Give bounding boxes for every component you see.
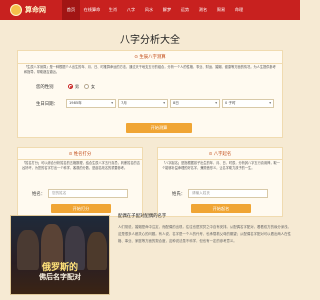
divider bbox=[158, 159, 282, 160]
hour-value: 0 子时 bbox=[225, 101, 236, 105]
month-value: 7月 bbox=[121, 101, 127, 105]
article-thumbnail[interactable]: 俄罗斯的 佛后名字配对 bbox=[10, 215, 110, 295]
gender-female-radio[interactable] bbox=[84, 84, 89, 89]
surname-input[interactable]: 请输入姓氏 bbox=[188, 189, 268, 198]
page-title: 八字分析大全 bbox=[120, 35, 180, 46]
chevron-down-icon: ▾ bbox=[163, 101, 165, 105]
chevron-down-icon: ▾ bbox=[269, 101, 271, 105]
nav-item-8[interactable]: 周易 bbox=[212, 0, 230, 20]
surname-label: 姓氏： bbox=[172, 192, 186, 197]
start-score-button[interactable]: 开始打分 bbox=[51, 204, 111, 213]
day-select[interactable]: 8日 ▾ bbox=[170, 99, 220, 108]
chevron-down-icon: ▾ bbox=[111, 101, 113, 105]
top-nav: 算命网 首页 在线算命 生肖 八字 风水 解梦 运势 测名 周易 命理 bbox=[0, 0, 300, 20]
bazi-naming-panel: ⊙ 八字起名 「八字起名」是指根据孩子出生的年、月、日、时辰，分析其八字五行喜用… bbox=[157, 147, 283, 217]
gender-female-label: 女 bbox=[91, 84, 95, 89]
day-value: 8日 bbox=[173, 101, 179, 105]
month-select[interactable]: 7月 ▾ bbox=[118, 99, 168, 108]
nav-item-3[interactable]: 八字 bbox=[122, 0, 140, 20]
nav-item-9[interactable]: 命理 bbox=[230, 0, 248, 20]
birth-label: 生日日期： bbox=[36, 102, 58, 107]
nav-item-5[interactable]: 解梦 bbox=[158, 0, 176, 20]
name-score-title: ⊙ 姓名打分 bbox=[68, 152, 92, 157]
surname-input-placeholder: 请输入姓氏 bbox=[192, 191, 210, 195]
gender-male-label: 男 bbox=[75, 84, 79, 89]
gender-male-radio[interactable] bbox=[68, 84, 73, 89]
name-input[interactable]: 您的姓名 bbox=[48, 189, 128, 198]
site-logo[interactable]: 算命网 bbox=[10, 3, 56, 17]
nav-item-4[interactable]: 风水 bbox=[140, 0, 158, 20]
hour-select[interactable]: 0 子时 ▾ bbox=[222, 99, 274, 108]
name-score-description: 「姓名打分」可以综合分析姓名的五格数理，结合生辰八字五行喜忌，判断姓名的吉凶好坏… bbox=[22, 161, 140, 170]
name-input-placeholder: 您的姓名 bbox=[52, 191, 67, 195]
year-select[interactable]: 1985年 ▾ bbox=[66, 99, 116, 108]
logo-icon bbox=[10, 4, 22, 16]
divider bbox=[18, 63, 282, 64]
bazi-panel-title: ⊙ 生辰八字测算 bbox=[134, 55, 166, 60]
year-value: 1985年 bbox=[69, 101, 82, 105]
nav-item-2[interactable]: 生肖 bbox=[104, 0, 122, 20]
chevron-down-icon: ▾ bbox=[215, 101, 217, 105]
logo-text: 算命网 bbox=[25, 6, 46, 14]
image-caption-line-2: 佛后名字配对 bbox=[39, 273, 81, 281]
bazi-description: 「生辰八字测算」是一种根据个人出生的年、月、日、时推算命运的方法，通过天干地支五… bbox=[24, 65, 276, 74]
bazi-panel: ⊙ 生辰八字测算 「生辰八字测算」是一种根据个人出生的年、月、日、时推算命运的方… bbox=[17, 50, 283, 138]
name-label: 姓名： bbox=[32, 192, 46, 197]
gender-label: 您的性别 bbox=[36, 85, 54, 90]
start-calc-button[interactable]: 开始测算 bbox=[126, 123, 192, 133]
name-score-panel: ⊙ 姓名打分 「姓名打分」可以综合分析姓名的五格数理，结合生辰八字五行喜忌，判断… bbox=[17, 147, 143, 217]
nav-item-6[interactable]: 运势 bbox=[176, 0, 194, 20]
nav-item-7[interactable]: 测名 bbox=[194, 0, 212, 20]
bazi-naming-description: 「八字起名」是指根据孩子出生的年、月、日、时辰，分析其八字五行喜用神，取一个能够… bbox=[162, 161, 280, 170]
start-naming-button[interactable]: 开始起名 bbox=[191, 204, 251, 213]
nav-item-1[interactable]: 在线算命 bbox=[82, 0, 102, 20]
article-excerpt: 人们常说，婚姻是命中注定，而配偶的出现，往往也是冥冥之中自有安排。从配偶名字配对… bbox=[118, 225, 291, 243]
article-title[interactable]: 配偶在子配对配偶的名字 bbox=[118, 213, 166, 219]
nav-item-home[interactable]: 首页 bbox=[62, 0, 80, 20]
bazi-naming-title: ⊙ 八字起名 bbox=[208, 152, 232, 157]
divider bbox=[18, 159, 142, 160]
